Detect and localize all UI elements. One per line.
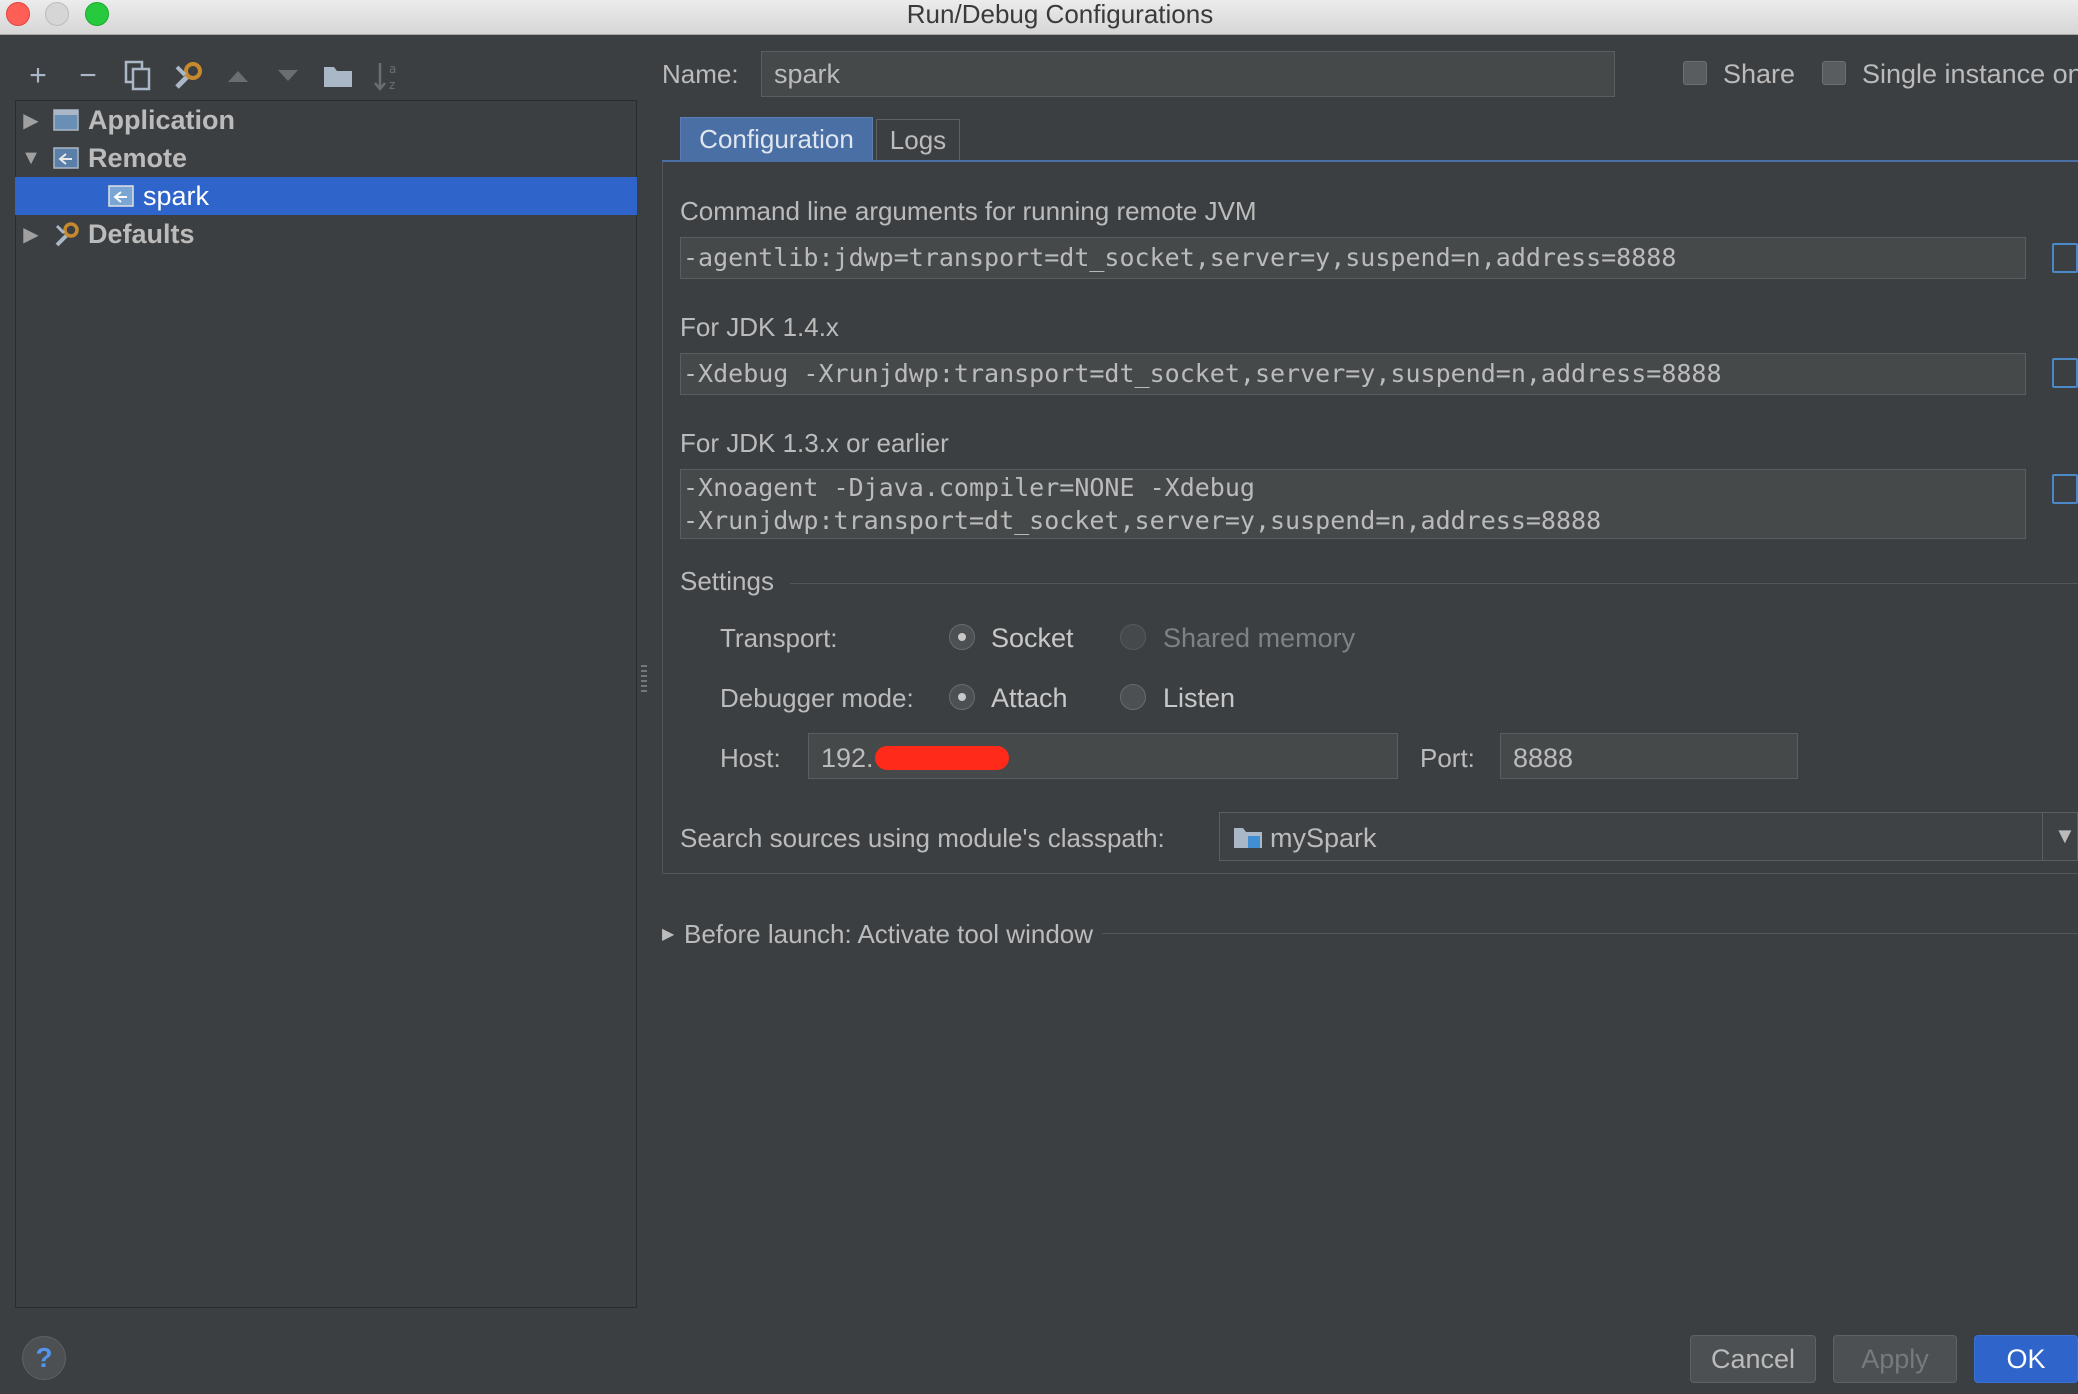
splitter-handle[interactable] [641, 665, 647, 695]
jdk13-args-field[interactable]: -Xnoagent -Djava.compiler=NONE -Xdebug -… [680, 469, 2026, 539]
transport-socket-label: Socket [991, 623, 1074, 653]
jdk13-args-line1: -Xnoagent -Djava.compiler=NONE -Xdebug [683, 473, 1255, 502]
sort-icon[interactable]: az [368, 56, 408, 96]
expand-arrow-icon[interactable]: ▶ [20, 222, 42, 247]
defaults-icon [55, 222, 79, 247]
tab-logs[interactable]: Logs [876, 119, 960, 161]
window-title: Run/Debug Configurations [906, 0, 1214, 29]
share-label: Share [1723, 59, 1796, 89]
jdk14-args-value: -Xdebug -Xrunjdwp:transport=dt_socket,se… [683, 359, 1722, 388]
tree-item-label: Remote [88, 142, 188, 173]
tree-item-application[interactable]: ▶ Application [15, 101, 637, 139]
settings-heading: Settings [680, 566, 774, 596]
cmd-args-field[interactable]: -agentlib:jdwp=transport=dt_socket,serve… [680, 237, 2026, 279]
ok-button[interactable]: OK [1974, 1335, 2078, 1383]
collapse-arrow-icon[interactable]: ▼ [20, 147, 42, 170]
host-input[interactable]: 192. [808, 733, 1398, 779]
add-icon[interactable]: + [18, 56, 58, 96]
transport-label: Transport: [720, 623, 838, 653]
share-checkbox[interactable] [1683, 61, 1707, 85]
apply-button[interactable]: Apply [1833, 1335, 1957, 1383]
port-value: 8888 [1513, 743, 1574, 773]
name-input[interactable] [761, 51, 1615, 97]
chevron-down-icon[interactable]: ▼ [2054, 823, 2076, 849]
tree-item-label: spark [143, 180, 210, 211]
help-label: ? [35, 1342, 53, 1373]
dropdown-divider [2042, 813, 2043, 860]
copy-to-clipboard-icon[interactable] [2052, 358, 2078, 388]
copy-to-clipboard-icon[interactable] [2052, 243, 2078, 273]
before-launch-divider [1102, 933, 2078, 934]
tab-configuration[interactable]: Configuration [680, 117, 873, 161]
tree-item-defaults[interactable]: ▶ Defaults [15, 215, 637, 253]
remote-icon [53, 147, 79, 169]
tree-item-label: Defaults [88, 218, 195, 249]
debugger-listen-radio[interactable] [1120, 684, 1146, 710]
port-label: Port: [1420, 743, 1475, 773]
jdk13-label: For JDK 1.3.x or earlier [680, 428, 949, 458]
jdk14-args-field[interactable]: -Xdebug -Xrunjdwp:transport=dt_socket,se… [680, 353, 2026, 395]
tab-label: Configuration [699, 123, 854, 154]
debugger-mode-label: Debugger mode: [720, 683, 914, 713]
host-label: Host: [720, 743, 781, 773]
cmd-args-label: Command line arguments for running remot… [680, 196, 1257, 226]
redaction-mark [875, 746, 1009, 770]
host-value: 192. [821, 743, 874, 773]
cancel-button[interactable]: Cancel [1690, 1335, 1816, 1383]
classpath-label: Search sources using module's classpath: [680, 823, 1165, 853]
jdk14-label: For JDK 1.4.x [680, 312, 839, 342]
remove-icon[interactable]: − [68, 56, 108, 96]
module-folder-icon [1234, 828, 1262, 848]
transport-shared-memory-radio [1120, 624, 1146, 650]
single-instance-checkbox[interactable] [1822, 61, 1846, 85]
debugger-attach-label: Attach [991, 683, 1068, 713]
move-up-icon[interactable] [218, 56, 258, 96]
port-input[interactable]: 8888 [1500, 733, 1798, 779]
classpath-select[interactable]: mySpark ▼ [1219, 812, 2078, 861]
tree-item-remote[interactable]: ▼ Remote [15, 139, 637, 177]
folder-icon[interactable] [318, 56, 358, 96]
transport-socket-radio[interactable] [949, 624, 975, 650]
tree-item-spark[interactable]: spark [15, 177, 637, 215]
remote-config-icon [108, 185, 134, 207]
transport-shared-memory-label: Shared memory [1163, 623, 1356, 653]
tab-label: Logs [889, 125, 947, 155]
application-icon [53, 109, 79, 131]
jdk13-args-line2: -Xrunjdwp:transport=dt_socket,server=y,s… [683, 506, 1602, 535]
before-launch-label[interactable]: Before launch: Activate tool window [684, 919, 1093, 950]
copy-icon[interactable] [118, 56, 158, 96]
single-instance-label: Single instance on [1862, 59, 2078, 89]
cancel-label: Cancel [1710, 1343, 1796, 1374]
settings-divider [790, 583, 2078, 584]
cmd-args-value: -agentlib:jdwp=transport=dt_socket,serve… [683, 243, 1677, 272]
name-label: Name: [662, 59, 739, 89]
classpath-value: mySpark [1270, 823, 1377, 853]
svg-text:a: a [389, 62, 396, 76]
apply-label: Apply [1861, 1343, 1929, 1374]
before-launch-arrow-icon[interactable]: ▶ [662, 924, 674, 944]
debugger-listen-label: Listen [1163, 683, 1236, 713]
ok-label: OK [2006, 1343, 2046, 1374]
configuration-tree [15, 100, 637, 1308]
expand-arrow-icon[interactable]: ▶ [20, 108, 42, 133]
svg-text:z: z [389, 78, 395, 92]
debugger-attach-radio[interactable] [949, 684, 975, 710]
wrench-icon[interactable] [168, 56, 208, 96]
help-button[interactable]: ? [22, 1336, 66, 1380]
move-down-icon[interactable] [268, 56, 308, 96]
copy-to-clipboard-icon[interactable] [2052, 474, 2078, 504]
tree-item-label: Application [88, 104, 235, 135]
